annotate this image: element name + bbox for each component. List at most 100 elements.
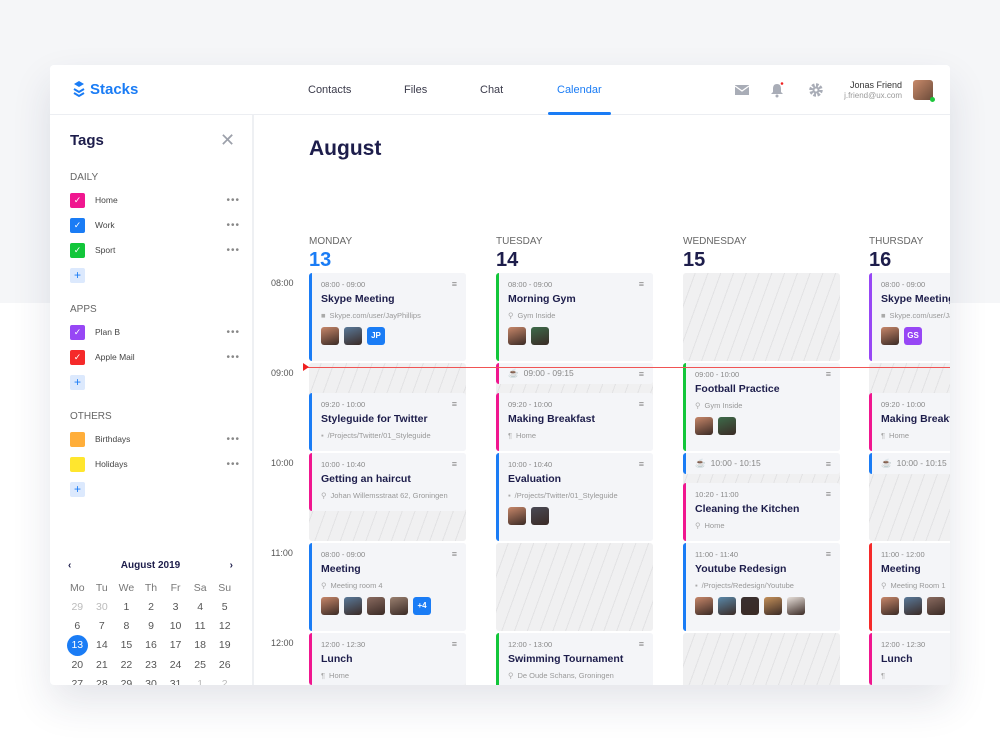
tag-item[interactable]: ✓ Home ••• — [70, 192, 240, 208]
gear-icon[interactable] — [808, 82, 824, 98]
event-card[interactable]: ≡☕10:00 - 10:15 — [869, 453, 950, 474]
event-menu-icon[interactable]: ≡ — [452, 460, 457, 469]
attendee-initials[interactable]: +4 — [413, 597, 431, 615]
event-menu-icon[interactable]: ≡ — [826, 370, 831, 379]
tag-item[interactable]: ✓ Plan B ••• — [70, 324, 240, 340]
day-number[interactable]: 15 — [683, 249, 705, 272]
calendar-day[interactable]: 8 — [114, 620, 139, 632]
more-options-icon[interactable]: ••• — [226, 352, 240, 363]
attendee-avatar[interactable] — [764, 597, 782, 615]
event-card[interactable]: ≡ 10:20 - 11:00 Cleaning the Kitchen ⚲ Home — [683, 483, 840, 541]
event-card[interactable]: ≡ 08:00 - 09:00 Morning Gym ⚲ Gym Inside — [496, 273, 653, 361]
attendee-avatar[interactable] — [718, 597, 736, 615]
mail-icon[interactable] — [734, 82, 750, 98]
attendee-avatar[interactable] — [718, 417, 736, 435]
tag-item[interactable]: ✓ Apple Mail ••• — [70, 349, 240, 365]
calendar-day[interactable]: 14 — [90, 639, 115, 652]
tab-chat[interactable]: Chat — [480, 65, 503, 115]
calendar-day[interactable]: 28 — [90, 678, 115, 685]
calendar-day[interactable]: 23 — [139, 659, 164, 671]
empty-slot[interactable] — [683, 273, 840, 361]
day-number[interactable]: 13 — [309, 249, 331, 272]
tag-checkbox[interactable]: ✓ — [70, 349, 85, 365]
attendee-avatar[interactable] — [741, 597, 759, 615]
tag-item[interactable]: Birthdays ••• — [70, 431, 240, 447]
attendee-avatar[interactable] — [321, 597, 339, 615]
tag-checkbox[interactable]: ✓ — [70, 324, 85, 340]
attendee-avatar[interactable] — [531, 507, 549, 525]
calendar-day[interactable]: 21 — [90, 659, 115, 671]
calendar-day[interactable]: 1 — [114, 601, 139, 613]
event-menu-icon[interactable]: ≡ — [826, 550, 831, 559]
calendar-day[interactable]: 1 — [188, 678, 213, 685]
event-card[interactable]: ≡ 12:00 - 12:30 Lunch ¶ Home — [309, 633, 466, 685]
tag-checkbox[interactable]: ✓ — [70, 217, 85, 233]
event-menu-icon[interactable]: ≡ — [452, 640, 457, 649]
calendar-day[interactable]: 24 — [163, 659, 188, 671]
more-options-icon[interactable]: ••• — [226, 245, 240, 256]
event-card[interactable]: ≡11:00 - 12:00Meeting⚲Meeting Room 1 — [869, 543, 950, 631]
calendar-day[interactable]: 30 — [90, 601, 115, 613]
attendee-avatar[interactable] — [344, 597, 362, 615]
calendar-day[interactable]: 16 — [139, 639, 164, 652]
more-options-icon[interactable]: ••• — [226, 220, 240, 231]
attendee-avatar[interactable] — [508, 507, 526, 525]
tag-checkbox[interactable] — [70, 431, 85, 447]
calendar-day[interactable]: 9 — [139, 620, 164, 632]
calendar-day[interactable]: 29 — [114, 678, 139, 685]
calendar-day[interactable]: 17 — [163, 639, 188, 652]
calendar-day[interactable]: 30 — [139, 678, 164, 685]
bell-icon[interactable] — [769, 82, 785, 98]
event-menu-icon[interactable]: ≡ — [452, 550, 457, 559]
event-menu-icon[interactable]: ≡ — [639, 400, 644, 409]
calendar-day[interactable]: 15 — [114, 639, 139, 652]
attendee-avatar[interactable] — [390, 597, 408, 615]
day-number[interactable]: 16 — [869, 249, 891, 272]
more-options-icon[interactable]: ••• — [226, 195, 240, 206]
calendar-day[interactable]: 12 — [212, 620, 237, 632]
attendee-avatar[interactable] — [927, 597, 945, 615]
calendar-day[interactable]: 4 — [188, 601, 213, 613]
tab-calendar[interactable]: Calendar — [548, 65, 611, 115]
event-card[interactable]: ≡ 11:00 - 11:40 Youtube Redesign ▪/Projects… — [683, 543, 840, 631]
calendar-day[interactable]: 26 — [212, 659, 237, 671]
tab-files[interactable]: Files — [404, 65, 427, 115]
attendee-avatar[interactable] — [344, 327, 362, 345]
event-menu-icon[interactable]: ≡ — [639, 280, 644, 289]
attendee-avatar[interactable] — [695, 417, 713, 435]
day-number[interactable]: 14 — [496, 249, 518, 272]
event-card[interactable]: ≡ 10:00 - 10:40 Getting an haircut ⚲ Johan W… — [309, 453, 466, 511]
calendar-day[interactable]: 6 — [65, 620, 90, 632]
event-card[interactable]: ≡☕10:00 - 10:15 — [683, 453, 840, 474]
event-menu-icon[interactable]: ≡ — [639, 640, 644, 649]
calendar-day[interactable]: 13 — [65, 635, 90, 656]
calendar-day[interactable]: 22 — [114, 659, 139, 671]
tag-checkbox[interactable]: ✓ — [70, 242, 85, 258]
event-card[interactable]: ≡ 12:00 - 13:00 Swimming Tournament ⚲ De Oud… — [496, 633, 653, 685]
event-card[interactable]: ≡09:20 - 10:00Making Breakfast¶Home — [869, 393, 950, 451]
event-menu-icon[interactable]: ≡ — [639, 370, 644, 379]
calendar-day[interactable]: 18 — [188, 639, 213, 652]
logo[interactable]: Stacks — [72, 80, 138, 98]
more-options-icon[interactable]: ••• — [226, 459, 240, 470]
attendee-avatar[interactable] — [695, 597, 713, 615]
attendee-initials[interactable]: JP — [367, 327, 385, 345]
calendar-day[interactable]: 31 — [163, 678, 188, 685]
add-tag-button[interactable]: + — [70, 375, 85, 390]
event-menu-icon[interactable]: ≡ — [639, 460, 644, 469]
attendee-avatar[interactable] — [881, 597, 899, 615]
calendar-day[interactable]: 27 — [65, 678, 90, 685]
event-menu-icon[interactable]: ≡ — [452, 280, 457, 289]
attendee-avatar[interactable] — [367, 597, 385, 615]
calendar-day[interactable]: 2 — [139, 601, 164, 613]
close-icon[interactable]: ✕ — [220, 131, 235, 149]
calendar-day[interactable]: 20 — [65, 659, 90, 671]
attendee-avatar[interactable] — [881, 327, 899, 345]
tag-item[interactable]: ✓ Sport ••• — [70, 242, 240, 258]
empty-slot[interactable] — [496, 543, 653, 631]
add-tag-button[interactable]: + — [70, 268, 85, 283]
attendee-avatar[interactable] — [787, 597, 805, 615]
calendar-day[interactable]: 2 — [212, 678, 237, 685]
event-menu-icon[interactable]: ≡ — [826, 490, 831, 499]
calendar-day[interactable]: 29 — [65, 601, 90, 613]
